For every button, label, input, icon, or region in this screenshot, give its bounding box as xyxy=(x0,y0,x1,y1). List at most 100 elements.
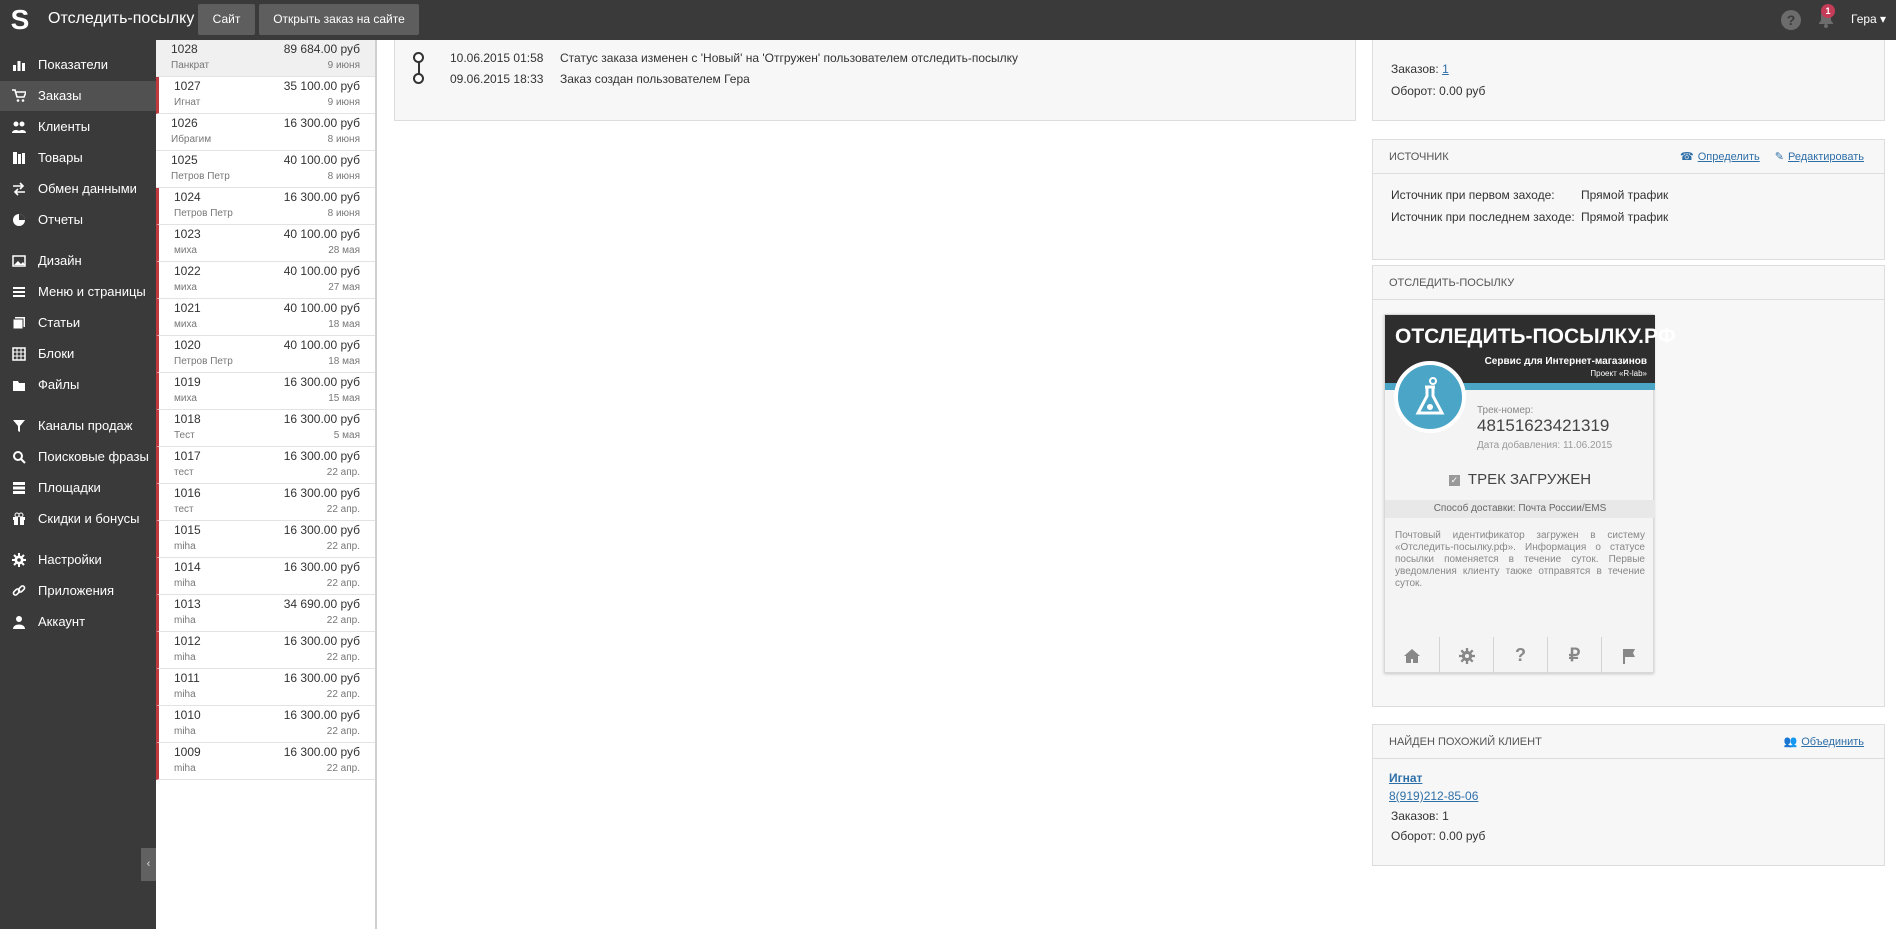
order-row[interactable]: 1026 16 300.00 руб Ибрагим 8 июня xyxy=(156,114,375,151)
nav-label: Скидки и бонусы xyxy=(38,511,140,526)
order-customer: miha xyxy=(174,689,196,700)
nav-clients[interactable]: Клиенты xyxy=(0,112,156,142)
order-customer: миха xyxy=(174,393,197,404)
timeline-dot xyxy=(413,73,424,84)
order-row[interactable]: 1018 16 300.00 руб Тест 5 мая xyxy=(156,410,375,447)
nav-platforms[interactable]: Площадки xyxy=(0,473,156,503)
checkbox-icon: ✓ xyxy=(1448,475,1460,486)
order-row[interactable]: 1023 40 100.00 руб миха 28 мая xyxy=(156,225,375,262)
widget-tabs: ? ₽ xyxy=(1385,637,1655,674)
order-date: 8 июня xyxy=(327,208,360,219)
order-row[interactable]: 1022 40 100.00 руб миха 27 мая xyxy=(156,262,375,299)
nav-reports[interactable]: Отчеты xyxy=(0,205,156,235)
nav-products[interactable]: Товары xyxy=(0,143,156,173)
source-panel: Источник ☎ Определить ✎ Редактировать Исто… xyxy=(1372,139,1885,260)
order-row[interactable]: 1010 16 300.00 руб miha 22 апр. xyxy=(156,706,375,743)
nav-blocks[interactable]: Блоки xyxy=(0,339,156,369)
pencil-icon: ✎ xyxy=(1774,151,1784,163)
order-row[interactable]: 1028 89 684.00 руб Панкрат 9 июня xyxy=(156,40,375,77)
order-row[interactable]: 1012 16 300.00 руб miha 22 апр. xyxy=(156,632,375,669)
order-row[interactable]: 1011 16 300.00 руб miha 22 апр. xyxy=(156,669,375,706)
order-customer: миха xyxy=(174,245,197,256)
gear-icon[interactable] xyxy=(1439,637,1493,674)
order-row[interactable]: 1014 16 300.00 руб miha 22 апр. xyxy=(156,558,375,595)
order-customer: Ибрагим xyxy=(171,134,212,145)
order-row[interactable]: 1017 16 300.00 руб тест 22 апр. xyxy=(156,447,375,484)
help-icon[interactable]: ? xyxy=(1493,637,1547,674)
merge-link[interactable]: Объединить xyxy=(1801,736,1864,748)
nav-search-phrases[interactable]: Поисковые фразы xyxy=(0,442,156,472)
orders-count-link[interactable]: 1 xyxy=(1442,62,1449,76)
order-row[interactable]: 1027 35 100.00 руб Игнат 9 июня xyxy=(156,77,375,114)
nav-dashboard[interactable]: Показатели xyxy=(0,50,156,80)
track-status: ✓ ТРЕК ЗАГРУЖЕН xyxy=(1385,471,1655,488)
open-order-on-site-button[interactable]: Открыть заказ на сайте xyxy=(259,4,419,35)
order-row[interactable]: 1013 34 690.00 руб miha 22 апр. xyxy=(156,595,375,632)
order-date: 22 апр. xyxy=(326,541,360,552)
order-number: 1027 xyxy=(174,79,201,93)
order-row[interactable]: 1021 40 100.00 руб миха 18 мая xyxy=(156,299,375,336)
nav-orders[interactable]: Заказы xyxy=(0,81,156,111)
nav-data-exchange[interactable]: Обмен данными xyxy=(0,174,156,204)
nav-sales-channels[interactable]: Каналы продаж xyxy=(0,411,156,441)
order-number: 1023 xyxy=(174,227,201,241)
client-name-link[interactable]: Игнат xyxy=(1389,771,1422,785)
similar-orders: Заказов: 1 xyxy=(1391,809,1449,823)
exchange-icon xyxy=(12,182,26,196)
home-icon[interactable] xyxy=(1385,637,1439,674)
flag-icon[interactable] xyxy=(1601,637,1655,674)
person-icon xyxy=(12,615,26,629)
order-sum: 16 300.00 руб xyxy=(283,745,360,759)
order-date: 22 апр. xyxy=(326,726,360,737)
nav-design[interactable]: Дизайн xyxy=(0,246,156,276)
orders-label: Заказов: xyxy=(1391,809,1439,823)
order-number: 1009 xyxy=(174,745,201,759)
nav-account[interactable]: Аккаунт xyxy=(0,607,156,637)
nav-apps[interactable]: Приложения xyxy=(0,576,156,606)
history-text: Статус заказа изменен с 'Новый' на 'Отгр… xyxy=(560,51,1019,65)
order-row[interactable]: 1016 16 300.00 руб тест 22 апр. xyxy=(156,484,375,521)
edit-link[interactable]: Редактировать xyxy=(1788,151,1864,163)
order-row[interactable]: 1025 40 100.00 руб Петров Петр 8 июня xyxy=(156,151,375,188)
ruble-icon[interactable]: ₽ xyxy=(1547,637,1601,674)
order-date: 22 апр. xyxy=(326,615,360,626)
nav-label: Каналы продаж xyxy=(38,418,133,433)
order-row[interactable]: 1019 16 300.00 руб миха 15 мая xyxy=(156,373,375,410)
nav-articles[interactable]: Статьи xyxy=(0,308,156,338)
site-button[interactable]: Сайт xyxy=(198,4,255,35)
history-date: 10.06.2015 01:58 xyxy=(450,51,544,65)
client-phone-link[interactable]: 8(919)212-85-06 xyxy=(1389,789,1478,803)
order-row[interactable]: 1009 16 300.00 руб miha 22 апр. xyxy=(156,743,375,780)
order-customer: Петров Петр xyxy=(174,208,233,219)
nav-settings[interactable]: Настройки xyxy=(0,545,156,575)
order-row[interactable]: 1020 40 100.00 руб Петров Петр 18 мая xyxy=(156,336,375,373)
nav-files[interactable]: Файлы xyxy=(0,370,156,400)
order-number: 1016 xyxy=(174,486,201,500)
nav-menu-pages[interactable]: Меню и страницы xyxy=(0,277,156,307)
order-date: 27 мая xyxy=(328,282,360,293)
order-number: 1011 xyxy=(174,671,200,685)
order-sum: 16 300.00 руб xyxy=(283,412,360,426)
detect-link[interactable]: Определить xyxy=(1698,151,1760,163)
order-row[interactable]: 1015 16 300.00 руб miha 22 апр. xyxy=(156,521,375,558)
sidebar-collapse-button[interactable]: ‹ xyxy=(141,848,156,881)
gift-icon xyxy=(12,512,26,526)
app-title: Отследить-посылку xyxy=(48,10,195,27)
order-customer: miha xyxy=(174,763,196,774)
panel-actions: ☎ Определить ✎ Редактировать xyxy=(1680,140,1864,174)
grid-icon xyxy=(12,347,26,361)
nav-discounts[interactable]: Скидки и бонусы xyxy=(0,504,156,534)
help-icon[interactable]: ? xyxy=(1781,10,1801,30)
order-date: 9 июня xyxy=(327,97,360,108)
order-customer: Панкрат xyxy=(171,60,210,71)
app-logo[interactable]: S xyxy=(8,6,32,34)
order-row[interactable]: 1024 16 300.00 руб Петров Петр 8 июня xyxy=(156,188,375,225)
turnover-label: Оборот: xyxy=(1391,829,1436,843)
list-icon xyxy=(12,285,26,299)
order-number: 1025 xyxy=(171,153,198,167)
order-number: 1017 xyxy=(174,449,201,463)
panel-title: Найден похожий клиент xyxy=(1389,736,1542,748)
order-date: 15 мая xyxy=(328,393,360,404)
widget-brand: ОТСЛЕДИТЬ-ПОСЫЛКУ.РФ xyxy=(1395,325,1676,348)
user-menu[interactable]: Гера ▾ xyxy=(1851,12,1886,26)
